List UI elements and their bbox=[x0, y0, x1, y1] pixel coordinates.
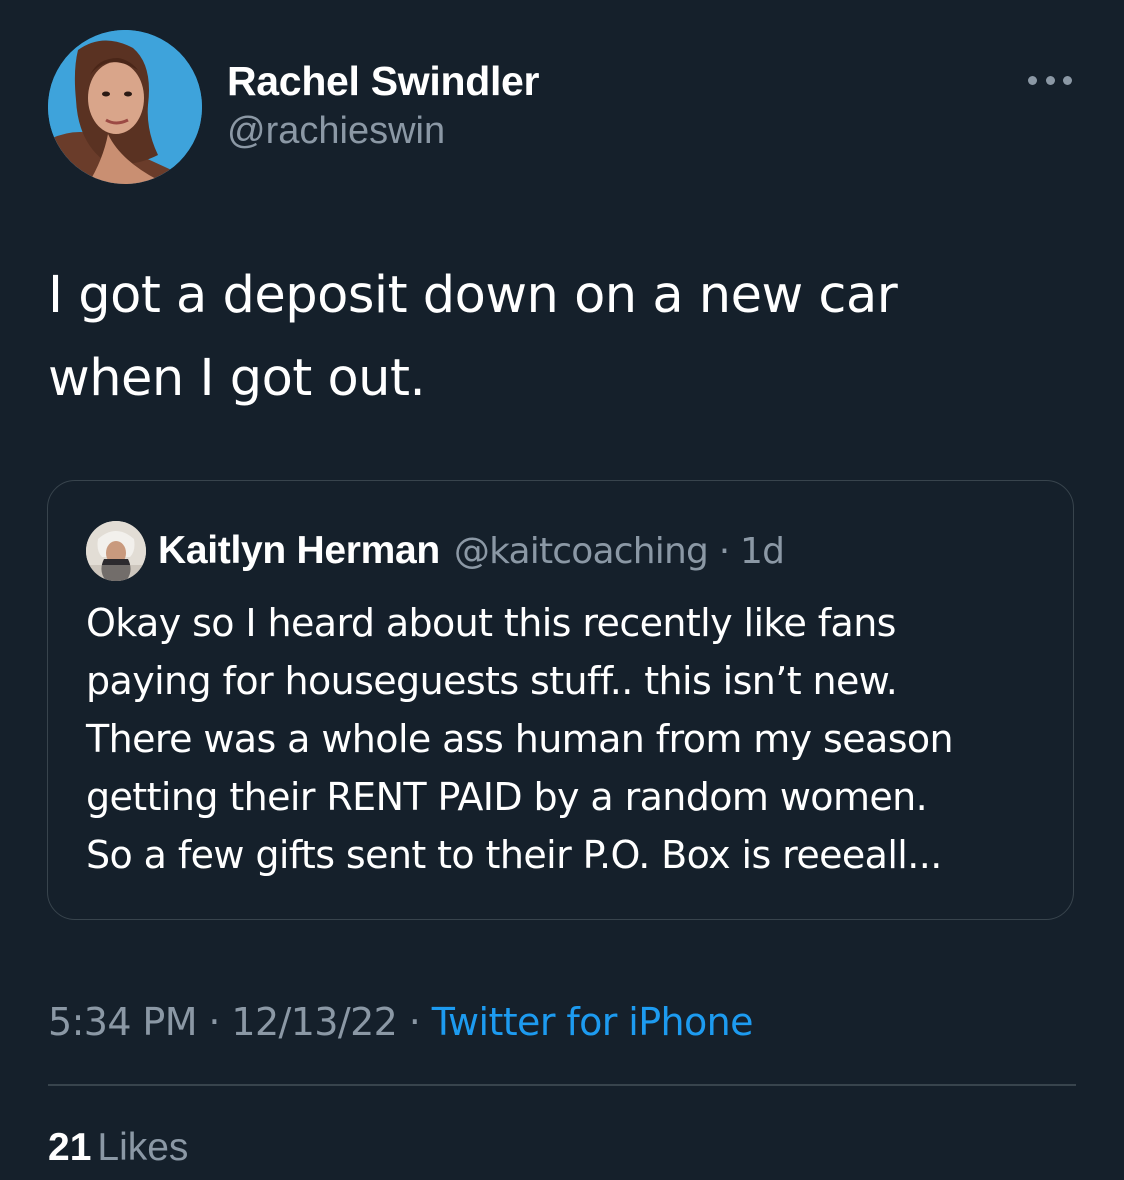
quoted-author-avatar[interactable] bbox=[86, 521, 146, 581]
author-block[interactable]: Rachel Swindler @rachieswin bbox=[227, 56, 540, 156]
tweet-metadata: 5:34 PM · 12/13/22 · Twitter for iPhone bbox=[48, 994, 754, 1050]
quoted-tweet-line: paying for houseguests stuff.. this isn’… bbox=[86, 659, 898, 703]
quoted-tweet-line: Okay so I heard about this recently like… bbox=[86, 601, 896, 645]
author-handle[interactable]: @rachieswin bbox=[227, 106, 539, 156]
tweet-text-line: when I got out. bbox=[48, 349, 426, 408]
likes-count: 21 bbox=[48, 1126, 92, 1169]
quoted-tweet-age: 1d bbox=[740, 530, 785, 572]
meta-separator: · bbox=[208, 1000, 220, 1044]
more-horizontal-icon bbox=[1063, 75, 1072, 85]
tweet-source-link[interactable]: Twitter for iPhone bbox=[432, 1000, 754, 1044]
quoted-tweet-card[interactable]: Kaitlyn Herman @kaitcoaching · 1d Okay s… bbox=[47, 480, 1074, 920]
more-horizontal-icon bbox=[1045, 75, 1055, 85]
tweet-text-line: I got a deposit down on a new car bbox=[48, 266, 898, 325]
likes-label: Likes bbox=[97, 1126, 189, 1169]
quoted-author-avatar-image bbox=[86, 521, 146, 581]
tweet-date[interactable]: 12/13/22 bbox=[231, 1000, 397, 1044]
tweet-text: I got a deposit down on a new car when I… bbox=[48, 254, 1078, 420]
quoted-tweet-text: Okay so I heard about this recently like… bbox=[86, 594, 1046, 884]
quoted-separator: · bbox=[718, 530, 730, 572]
quoted-tweet-line: getting their RENT PAID by a random wome… bbox=[86, 775, 928, 819]
divider bbox=[48, 1084, 1076, 1086]
tweet-header: Rachel Swindler @rachieswin bbox=[48, 30, 1076, 186]
quoted-tweet-line: There was a whole ass human from my seas… bbox=[86, 717, 954, 761]
quoted-author-display-name[interactable]: Kaitlyn Herman bbox=[158, 529, 440, 573]
quoted-handle-text: @kaitcoaching bbox=[453, 530, 709, 572]
likes-stat[interactable]: 21 Likes bbox=[48, 1120, 188, 1176]
more-options-button[interactable] bbox=[1028, 70, 1072, 90]
tweet-time[interactable]: 5:34 PM bbox=[48, 1000, 198, 1044]
author-avatar[interactable] bbox=[48, 30, 202, 184]
quoted-tweet-line: So a few gifts sent to their P.O. Box is… bbox=[86, 833, 942, 877]
author-display-name[interactable]: Rachel Swindler bbox=[227, 56, 540, 106]
meta-separator: · bbox=[408, 1000, 421, 1044]
author-avatar-image bbox=[48, 30, 202, 184]
more-horizontal-icon bbox=[1028, 75, 1037, 85]
quoted-author-handle[interactable]: @kaitcoaching · 1d bbox=[453, 530, 785, 572]
quoted-tweet-header: Kaitlyn Herman @kaitcoaching · 1d bbox=[86, 521, 785, 581]
